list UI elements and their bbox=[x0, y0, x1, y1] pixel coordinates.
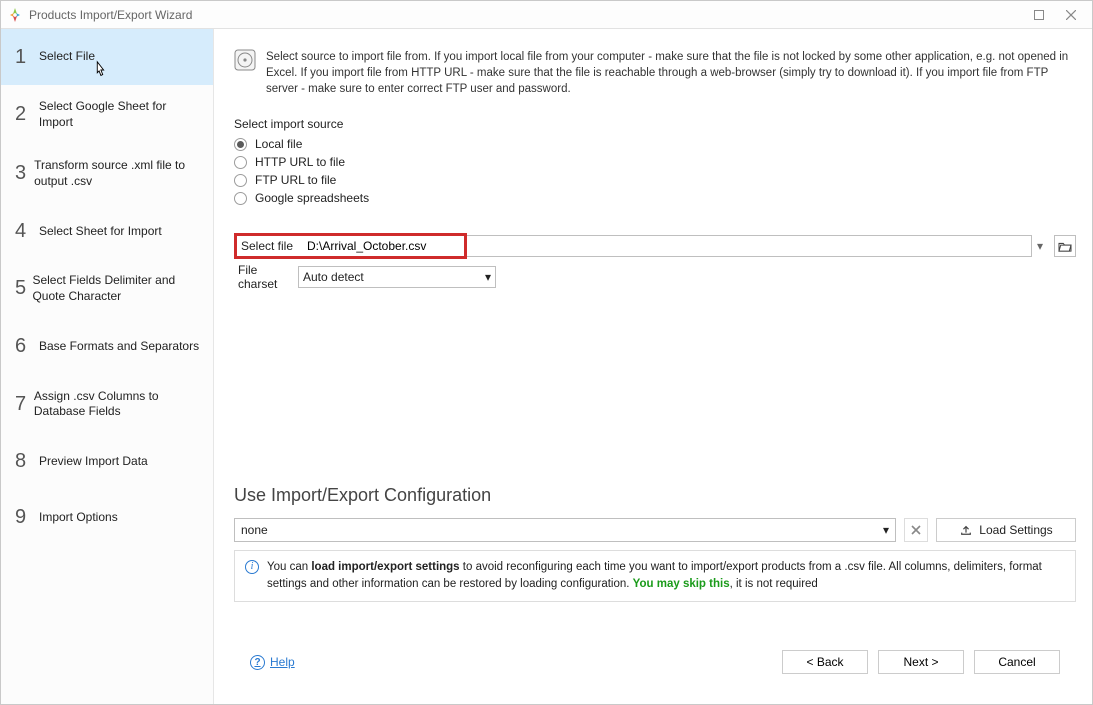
help-icon: ? bbox=[250, 655, 265, 670]
step-number: 6 bbox=[15, 335, 39, 358]
step-label: Select Fields Delimiter and Quote Charac… bbox=[32, 273, 203, 304]
step-number: 5 bbox=[15, 277, 32, 300]
radio-icon bbox=[234, 156, 247, 169]
step-preview[interactable]: 8 Preview Import Data bbox=[1, 434, 213, 490]
step-number: 9 bbox=[15, 506, 39, 529]
window-buttons bbox=[1024, 4, 1086, 26]
upload-icon bbox=[959, 524, 973, 536]
import-source-label: Select import source bbox=[234, 117, 1076, 131]
radio-local-file[interactable]: Local file bbox=[234, 137, 1076, 151]
radio-icon bbox=[234, 192, 247, 205]
step-transform-xml[interactable]: 3 Transform source .xml file to output .… bbox=[1, 144, 213, 203]
wizard-sidebar: 1 Select File 2 Select Google Sheet for … bbox=[1, 29, 214, 704]
chevron-down-icon[interactable]: ▾ bbox=[1032, 239, 1048, 253]
radio-http-url[interactable]: HTTP URL to file bbox=[234, 155, 1076, 169]
import-source-radios: Local file HTTP URL to file FTP URL to f… bbox=[234, 137, 1076, 205]
maximize-button[interactable] bbox=[1024, 4, 1054, 26]
highlight-box: Select file bbox=[234, 233, 467, 259]
load-settings-button[interactable]: Load Settings bbox=[936, 518, 1076, 542]
step-number: 8 bbox=[15, 450, 39, 473]
app-logo-icon bbox=[7, 7, 23, 23]
disk-icon bbox=[234, 49, 256, 71]
step-select-sheet[interactable]: 4 Select Sheet for Import bbox=[1, 203, 213, 259]
step-number: 1 bbox=[15, 46, 39, 69]
step-assign-columns[interactable]: 7 Assign .csv Columns to Database Fields bbox=[1, 375, 213, 434]
step-label: Preview Import Data bbox=[39, 454, 148, 470]
step-google-sheet[interactable]: 2 Select Google Sheet for Import bbox=[1, 85, 213, 144]
radio-icon bbox=[234, 138, 247, 151]
radio-label: Google spreadsheets bbox=[255, 191, 369, 205]
chevron-down-icon: ▾ bbox=[883, 523, 889, 537]
titlebar: Products Import/Export Wizard bbox=[1, 1, 1092, 29]
wizard-window: Products Import/Export Wizard 1 Select F… bbox=[0, 0, 1093, 705]
radio-label: Local file bbox=[255, 137, 302, 151]
step-label: Base Formats and Separators bbox=[39, 339, 199, 355]
help-label: Help bbox=[270, 655, 295, 669]
info-icon: i bbox=[245, 560, 259, 574]
radio-icon bbox=[234, 174, 247, 187]
charset-select[interactable]: Auto detect ▾ bbox=[298, 266, 496, 288]
browse-button[interactable] bbox=[1054, 235, 1076, 257]
step-label: Select Google Sheet for Import bbox=[39, 99, 203, 130]
step-label: Select Sheet for Import bbox=[39, 224, 162, 240]
help-link[interactable]: ? Help bbox=[250, 655, 295, 670]
config-info-box: i You can load import/export settings to… bbox=[234, 550, 1076, 603]
main-panel: Select source to import file from. If yo… bbox=[214, 29, 1092, 704]
radio-label: FTP URL to file bbox=[255, 173, 336, 187]
step-label: Assign .csv Columns to Database Fields bbox=[34, 389, 203, 420]
charset-row: File charset Auto detect ▾ bbox=[234, 263, 1076, 291]
step-label: Import Options bbox=[39, 510, 118, 526]
step-number: 2 bbox=[15, 103, 39, 126]
load-settings-label: Load Settings bbox=[979, 523, 1052, 537]
radio-ftp-url[interactable]: FTP URL to file bbox=[234, 173, 1076, 187]
file-path-input-ext[interactable] bbox=[467, 235, 1032, 257]
chevron-down-icon: ▾ bbox=[485, 270, 491, 284]
charset-label: File charset bbox=[234, 263, 298, 291]
charset-value: Auto detect bbox=[303, 270, 364, 284]
info-row: Select source to import file from. If yo… bbox=[234, 49, 1076, 97]
config-select-value: none bbox=[241, 523, 268, 537]
radio-label: HTTP URL to file bbox=[255, 155, 345, 169]
step-number: 4 bbox=[15, 220, 39, 243]
window-title: Products Import/Export Wizard bbox=[29, 8, 192, 22]
info-text: Select source to import file from. If yo… bbox=[266, 49, 1076, 97]
cancel-button[interactable]: Cancel bbox=[974, 650, 1060, 674]
config-info-text: You can load import/export settings to a… bbox=[267, 559, 1065, 594]
config-section: Use Import/Export Configuration none ▾ L… bbox=[234, 485, 1076, 603]
step-select-file[interactable]: 1 Select File bbox=[1, 29, 213, 85]
clear-config-button[interactable] bbox=[904, 518, 928, 542]
folder-open-icon bbox=[1058, 240, 1072, 252]
radio-google-spreadsheets[interactable]: Google spreadsheets bbox=[234, 191, 1076, 205]
config-title: Use Import/Export Configuration bbox=[234, 485, 1076, 506]
step-number: 3 bbox=[15, 162, 34, 185]
next-button[interactable]: Next > bbox=[878, 650, 964, 674]
step-delimiter[interactable]: 5 Select Fields Delimiter and Quote Char… bbox=[1, 259, 213, 318]
step-number: 7 bbox=[15, 393, 34, 416]
close-icon bbox=[911, 525, 921, 535]
step-import-options[interactable]: 9 Import Options bbox=[1, 490, 213, 546]
footer: ? Help < Back Next > Cancel bbox=[234, 642, 1076, 694]
step-label: Transform source .xml file to output .cs… bbox=[34, 158, 203, 189]
step-base-formats[interactable]: 6 Base Formats and Separators bbox=[1, 319, 213, 375]
config-row: none ▾ Load Settings bbox=[234, 518, 1076, 542]
config-select[interactable]: none ▾ bbox=[234, 518, 896, 542]
back-button[interactable]: < Back bbox=[782, 650, 868, 674]
close-button[interactable] bbox=[1056, 4, 1086, 26]
step-label: Select File bbox=[39, 49, 95, 65]
file-path-row: Select file ▾ bbox=[234, 233, 1076, 259]
select-file-label: Select file bbox=[237, 239, 301, 253]
file-path-input[interactable] bbox=[301, 236, 464, 256]
